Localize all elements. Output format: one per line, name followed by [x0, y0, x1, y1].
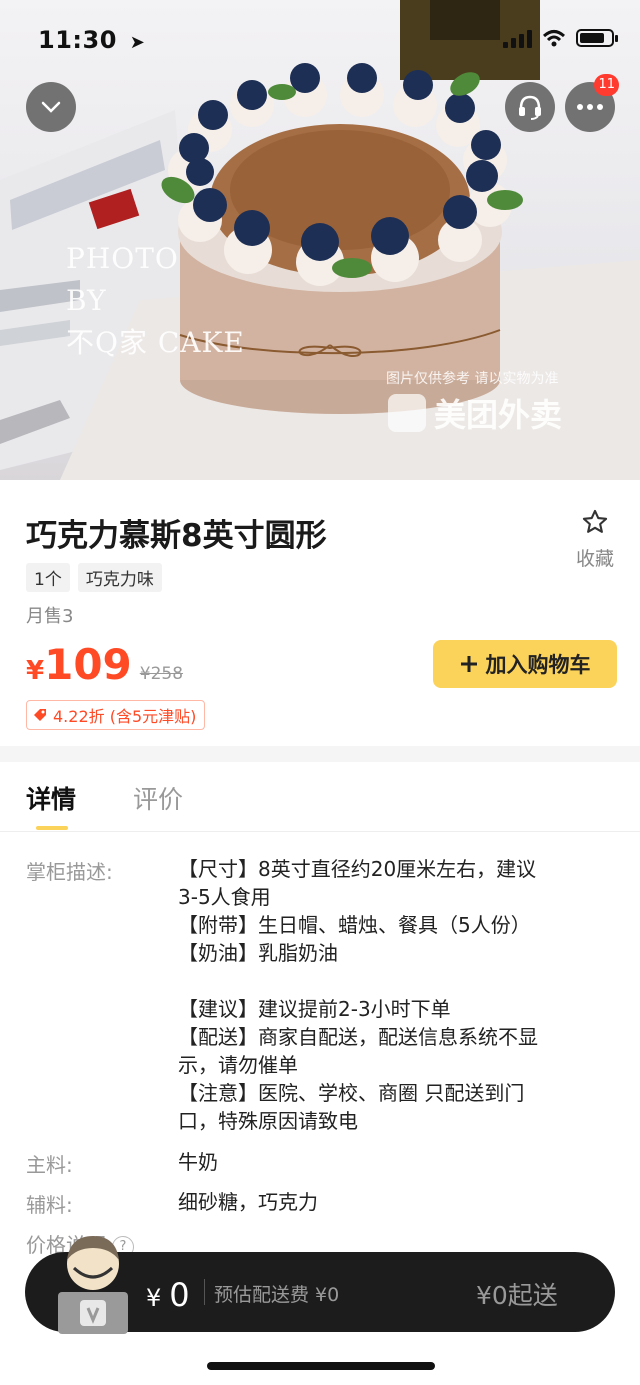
price-currency: ¥ [26, 656, 45, 686]
description-line: 【配送】商家自配送，配送信息系统不显 [178, 1025, 538, 1049]
product-title: 巧克力慕斯8英寸圆形 [26, 518, 327, 554]
customer-service-button[interactable] [505, 82, 555, 132]
main-ingredient-value: 牛奶 [178, 1150, 218, 1174]
collapse-button[interactable] [26, 82, 76, 132]
description-line: 口，特殊原因请致电 [178, 1109, 358, 1133]
aux-ingredient-value: 细砂糖，巧克力 [178, 1190, 318, 1214]
product-photo[interactable]: PHOTO BY 不Q家 CAKE 图片仅供参考 请以实物为准 美团外卖 [0, 0, 640, 480]
location-arrow-icon: ➤ [129, 32, 146, 53]
discount-badge: 4.22折 (含5元津贴) [26, 700, 206, 730]
description-text: 【尺寸】8英寸直径约20厘米左右，建议 3-5人食用 【附带】生日帽、蜡烛、餐具… [178, 855, 614, 1135]
home-indicator [207, 1362, 435, 1370]
more-button[interactable]: 11 [565, 74, 619, 132]
watermark-brand-text: 美团外卖 [434, 396, 563, 434]
notification-badge: 11 [594, 74, 619, 96]
tab-reviews[interactable]: 评价 [133, 780, 183, 816]
chevron-down-icon [41, 101, 61, 113]
cart-bar-divider [204, 1279, 205, 1305]
spec-tag: 1个 [26, 563, 70, 592]
cellular-signal-icon [503, 28, 532, 48]
cart-total-currency: ¥ [146, 1284, 162, 1312]
main-ingredient-label: 主料: [26, 1153, 73, 1177]
delivery-mascot-icon[interactable] [50, 1230, 136, 1336]
add-to-cart-button[interactable]: 加入购物车 [433, 640, 617, 688]
price: ¥ 109 ¥258 [26, 640, 183, 690]
description-line: 【建议】建议提前2-3小时下单 [178, 997, 451, 1021]
more-dots-icon [577, 104, 603, 110]
description-label: 掌柜描述: [26, 860, 113, 884]
favorite-label: 收藏 [575, 548, 614, 570]
description-line [178, 967, 614, 995]
description-line: 3-5人食用 [178, 885, 271, 909]
spec-tags: 1个 巧克力味 [26, 563, 162, 592]
original-price: ¥258 [139, 664, 184, 684]
watermark-line: 不Q家 CAKE [66, 326, 245, 359]
tab-active-indicator [36, 826, 68, 830]
plus-icon [460, 656, 477, 672]
description-line: 【尺寸】8英寸直径约20厘米左右，建议 [178, 857, 537, 881]
discount-text: 4.22折 (含5元津贴) [53, 707, 197, 726]
aux-ingredient-label: 辅料: [26, 1193, 73, 1217]
status-time: 11:30 ➤ [38, 26, 145, 54]
wifi-icon [542, 30, 566, 47]
tab-details[interactable]: 详情 [26, 780, 76, 816]
price-amount: 109 [44, 640, 132, 689]
cart-total-value: 0 [169, 1276, 190, 1314]
favorite-button[interactable]: 收藏 [568, 508, 622, 571]
status-time-text: 11:30 [38, 26, 117, 54]
description-line: 【附带】生日帽、蜡烛、餐具（5人份） [178, 913, 531, 937]
min-order-button[interactable]: ¥0起送 [476, 1276, 558, 1312]
star-icon [582, 509, 608, 533]
watermark-line: PHOTO [66, 242, 179, 275]
delivery-fee: 预估配送费 ¥0 [214, 1284, 340, 1306]
watermark-brand: 美团外卖 [388, 390, 562, 436]
description-line: 【奶油】乳脂奶油 [178, 941, 338, 965]
monthly-sales: 月售3 [26, 606, 74, 627]
tab-divider [0, 831, 640, 832]
add-to-cart-label: 加入购物车 [485, 653, 591, 677]
description-line: 示，请勿催单 [178, 1053, 298, 1077]
headset-icon [519, 95, 541, 120]
spec-tag: 巧克力味 [77, 563, 162, 592]
meituan-logo-icon [388, 394, 426, 432]
battery-icon [576, 29, 618, 47]
status-icons [503, 28, 618, 48]
description-line: 【注意】医院、学校、商圈 只配送到门 [178, 1081, 525, 1105]
section-divider [0, 746, 640, 762]
cart-total: ¥ 0 [146, 1276, 190, 1314]
price-tag-icon [34, 709, 46, 721]
watermark-note: 图片仅供参考 请以实物为准 [386, 371, 559, 387]
photo-watermark: PHOTO BY 不Q家 CAKE [66, 238, 245, 364]
watermark-line: BY [66, 284, 107, 317]
